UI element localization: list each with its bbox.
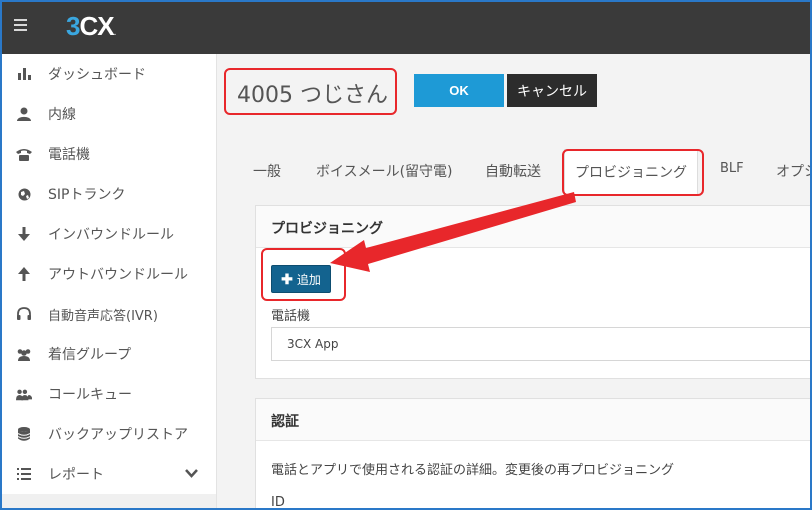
red-arrow-annotation [330, 192, 576, 272]
